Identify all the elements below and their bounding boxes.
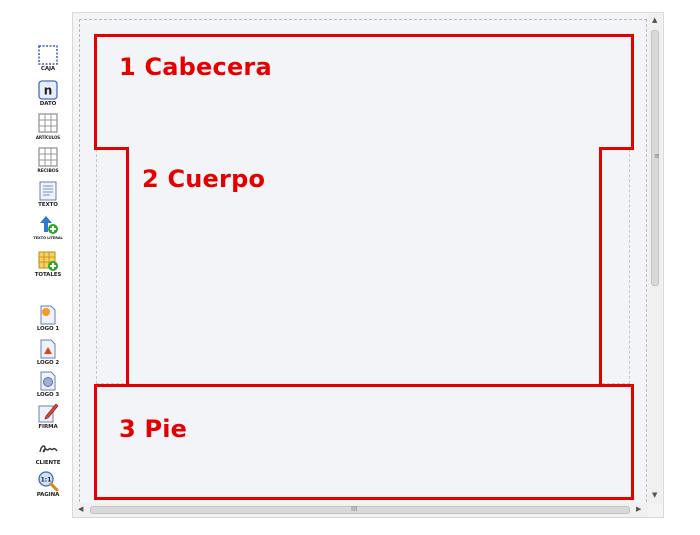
section-footer-title: 3 Pie [119, 415, 188, 443]
tool-label: LOGO 2 [36, 360, 60, 366]
tool-label: LOGO 1 [36, 326, 60, 332]
design-canvas[interactable]: 1 Cabecera 2 Cuerpo 3 Pie [72, 12, 664, 518]
grip-icon: ≡ [654, 152, 660, 160]
tool-logo-3[interactable]: LOGO 3 [30, 370, 66, 399]
section-header-title: 1 Cabecera [119, 53, 272, 81]
vertical-scrollbar[interactable]: ▲ ≡ ▼ [648, 14, 662, 504]
logo-3-icon [40, 371, 56, 391]
section-footer[interactable]: 3 Pie [94, 384, 634, 500]
tool-label: LOGO 3 [36, 392, 60, 398]
signature-pen-icon [38, 403, 59, 423]
tool-texto[interactable]: TEXTO [30, 180, 66, 209]
scroll-right-arrow-icon[interactable]: ▶ [636, 506, 641, 513]
scroll-up-arrow-icon[interactable]: ▲ [652, 17, 657, 24]
tool-label: PAGINA [36, 492, 60, 498]
tool-pagina[interactable]: 1:1 PAGINA [30, 470, 66, 499]
section-body-title: 2 Cuerpo [142, 165, 266, 193]
section-body[interactable]: 2 Cuerpo [126, 147, 602, 387]
tool-recibos[interactable]: RECIBOS [30, 146, 66, 175]
data-field-icon: n [38, 80, 58, 100]
totals-table-icon [38, 251, 58, 271]
tool-dato[interactable]: n DATO [30, 79, 66, 108]
tool-label: FIRMA [38, 424, 58, 430]
tool-label: CLIENTE [35, 460, 61, 466]
logo-2-icon [40, 339, 56, 359]
tool-firma[interactable]: FIRMA [30, 402, 66, 431]
tool-articulos[interactable]: ARTÍCULOS [30, 112, 66, 141]
grip-icon: III [351, 505, 358, 513]
page-zoom-icon: 1:1 [38, 471, 59, 492]
horizontal-scrollbar[interactable]: ◀ III ▶ [74, 503, 648, 517]
tool-label: CAJA [40, 66, 56, 72]
section-header[interactable]: 1 Cabecera [94, 34, 634, 150]
design-toolbar: CAJA n DATO ARTÍCULOS RECIBOS TEXTO TEXT… [30, 14, 66, 518]
tool-label: RECIBOS [37, 169, 59, 174]
grid-table-icon [38, 113, 58, 133]
logo-1-icon [40, 305, 56, 325]
svg-text:n: n [44, 84, 53, 98]
tool-texto-literal[interactable]: TEXTO LITERAL [30, 214, 66, 241]
box-outline-icon [38, 45, 58, 65]
tool-totales[interactable]: TOTALES [30, 250, 66, 279]
literal-text-icon [40, 216, 58, 234]
tool-label: TEXTO [38, 202, 58, 208]
tool-logo-1[interactable]: LOGO 1 [30, 304, 66, 333]
svg-text:1:1: 1:1 [41, 477, 52, 484]
tool-label: ARTÍCULOS [35, 135, 61, 140]
scroll-down-arrow-icon[interactable]: ▼ [652, 492, 657, 499]
horizontal-scroll-thumb[interactable]: III [90, 505, 630, 514]
tool-logo-2[interactable]: LOGO 2 [30, 338, 66, 367]
scroll-left-arrow-icon[interactable]: ◀ [78, 506, 83, 513]
tool-label: TEXTO LITERAL [33, 236, 63, 240]
tool-caja[interactable]: CAJA [30, 44, 66, 73]
tool-cliente[interactable]: CLIENTE [30, 438, 66, 467]
receipts-table-icon [38, 147, 58, 167]
client-signature-icon [39, 445, 58, 453]
vertical-scroll-thumb[interactable]: ≡ [651, 30, 660, 286]
tool-label: TOTALES [34, 272, 62, 278]
text-document-icon [39, 181, 57, 201]
tool-label: DATO [39, 101, 57, 107]
